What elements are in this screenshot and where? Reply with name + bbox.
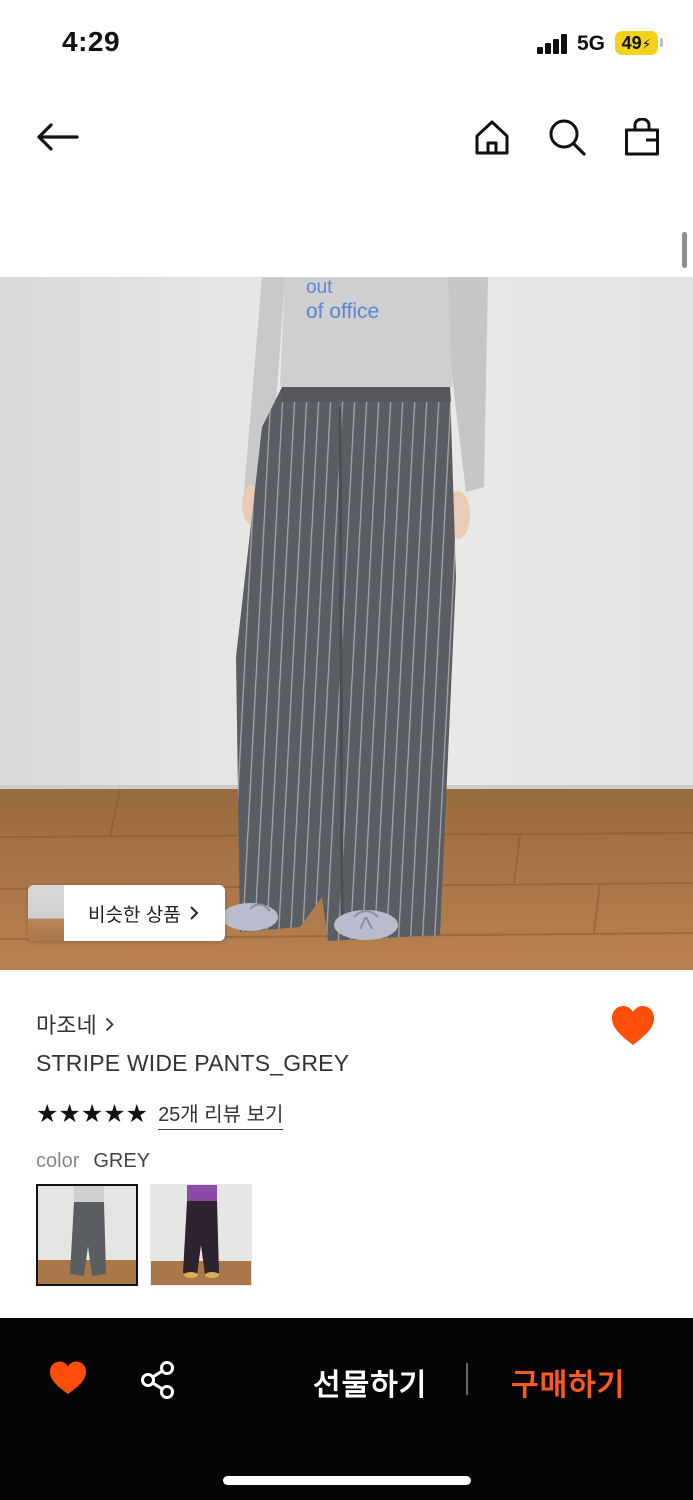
wishlist-heart-icon[interactable] xyxy=(610,1004,656,1048)
similar-thumbnail xyxy=(28,885,64,941)
signal-icon xyxy=(537,34,569,54)
brand-link[interactable]: 마조네 xyxy=(36,1008,114,1040)
status-bar: 4:29 5G 49⚡ xyxy=(0,0,693,90)
chevron-right-icon xyxy=(189,906,199,920)
battery-icon: 49⚡ xyxy=(615,31,658,55)
cart-button[interactable] xyxy=(617,112,667,162)
share-icon[interactable] xyxy=(138,1360,178,1400)
search-icon xyxy=(549,119,586,156)
gift-button[interactable]: 선물하기 xyxy=(313,1360,427,1404)
arrow-left-icon xyxy=(37,123,79,151)
color-row: color GREY xyxy=(36,1150,150,1173)
heart-icon[interactable] xyxy=(48,1360,88,1396)
similar-products-label: 비슷한 상품 xyxy=(88,904,181,926)
scrollbar[interactable] xyxy=(682,232,687,268)
search-button[interactable] xyxy=(542,112,592,162)
network-label: 5G xyxy=(577,32,606,55)
svg-text:of office: of office xyxy=(306,300,379,323)
review-link[interactable]: 25개 리뷰 보기 xyxy=(158,1098,284,1130)
product-name: STRIPE WIDE PANTS_GREY xyxy=(36,1050,350,1076)
rating-row: ★★★★★ 25개 리뷰 보기 xyxy=(36,1098,284,1130)
home-indicator[interactable] xyxy=(223,1476,471,1485)
color-swatch-alt[interactable] xyxy=(150,1184,252,1286)
chevron-right-icon xyxy=(105,1017,114,1031)
status-time: 4:29 xyxy=(62,26,121,57)
home-icon xyxy=(475,120,509,155)
product-image[interactable]: out of office xyxy=(0,277,693,970)
back-button[interactable] xyxy=(32,112,82,162)
bottom-action-bar xyxy=(0,1318,693,1500)
battery-cap xyxy=(660,38,663,47)
header-nav xyxy=(0,100,693,180)
star-rating-icon: ★★★★★ xyxy=(36,1099,149,1128)
brand-name: 마조네 xyxy=(36,1013,97,1038)
svg-text:out: out xyxy=(306,277,333,298)
similar-products-button[interactable]: 비슷한 상품 xyxy=(28,885,225,941)
color-value: GREY xyxy=(93,1150,151,1172)
home-button[interactable] xyxy=(467,112,517,162)
battery-level: 49 xyxy=(621,33,642,53)
color-label: color xyxy=(36,1150,80,1172)
buy-button[interactable]: 구매하기 xyxy=(511,1360,625,1404)
shopping-bag-icon xyxy=(625,118,659,156)
divider xyxy=(466,1363,468,1395)
color-swatch-grey[interactable] xyxy=(36,1184,138,1286)
